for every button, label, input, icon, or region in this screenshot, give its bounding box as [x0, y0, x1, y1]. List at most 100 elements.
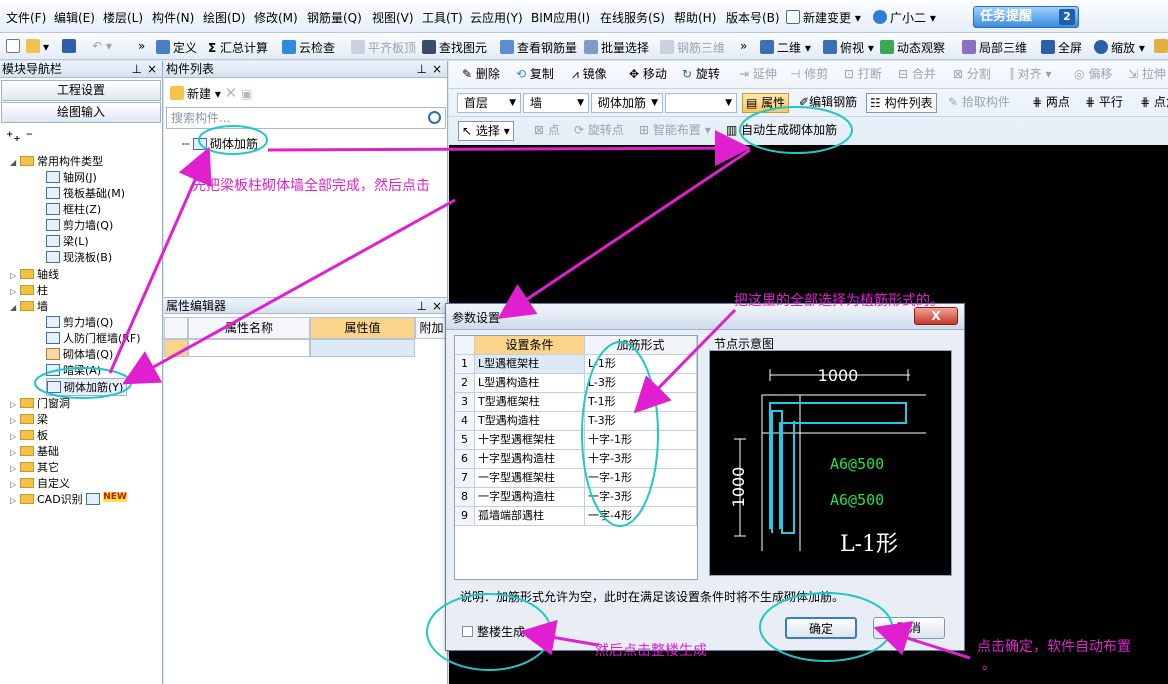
grid-condition-cell[interactable]: L型遇框架柱 — [475, 355, 585, 374]
component-item[interactable]: ┄ 砌体加筋 — [182, 135, 258, 152]
tree-hidden-beam[interactable]: 暗梁(A) — [46, 362, 101, 378]
tree-masonry-wall[interactable]: 砌体墙(Q) — [46, 346, 113, 362]
tree-doors-windows[interactable]: ▷ 门窗洞 — [10, 395, 70, 411]
stretch-button[interactable]: ⇲ 拉伸 — [1125, 65, 1168, 85]
grid-form-cell[interactable]: 十字-1形 — [585, 431, 697, 450]
grid-form-cell[interactable]: L-1形 — [585, 355, 697, 374]
category-select[interactable]: 墙 ▼ — [523, 93, 589, 113]
point-angle-button[interactable]: ⋕ 点角 — [1137, 93, 1168, 113]
batch-select-button[interactable]: 批量选择 — [584, 39, 649, 56]
drawing-input-button[interactable]: 绘图输入 — [1, 102, 161, 123]
menu-online[interactable]: 在线服务(S) — [600, 9, 665, 26]
tree-axis[interactable]: ▷ 轴线 — [10, 266, 59, 282]
floor-select[interactable]: 首层 ▼ — [457, 93, 521, 113]
dynamic-observe-button[interactable]: 动态观察 — [880, 39, 945, 56]
tree-slab-group[interactable]: ▷ 板 — [10, 427, 48, 443]
menu-modify[interactable]: 修改(M) — [254, 9, 298, 26]
grid-form-cell[interactable]: 一字-1形 — [585, 469, 697, 488]
grid-condition-cell[interactable]: 一字型遇框架柱 — [475, 469, 585, 488]
menu-component[interactable]: 构件(N) — [152, 9, 194, 26]
pin-icon[interactable]: ⊥ — [417, 298, 427, 314]
top-view-dropdown[interactable]: 俯视 ▾ — [823, 39, 874, 56]
tree-foundation[interactable]: ▷ 基础 — [10, 443, 59, 459]
break-button[interactable]: ⊡ 打断 — [841, 65, 885, 85]
component-list-button[interactable]: ☷ 构件列表 — [866, 93, 937, 113]
grid-condition-cell[interactable]: 一字型遇构造柱 — [475, 488, 585, 507]
local-3d-button[interactable]: 局部三维 — [962, 39, 1027, 56]
open-folder-icon[interactable]: ▾ — [26, 39, 49, 54]
tree-beam[interactable]: 梁(L) — [46, 233, 89, 249]
project-settings-button[interactable]: 工程设置 — [1, 80, 161, 101]
two-points-button[interactable]: ⋕ 两点 — [1029, 93, 1073, 113]
task-reminder-button[interactable]: 任务提醒 2 — [973, 6, 1079, 28]
new-change-menu[interactable]: 新建变更 ▾ — [786, 9, 861, 26]
edit-rebar-button[interactable]: ✐编辑钢筋 — [796, 93, 860, 113]
split-button[interactable]: ⊠ 分割 — [950, 65, 994, 85]
tree-beam-group[interactable]: ▷ 梁 — [10, 411, 48, 427]
tree-common-types[interactable]: ◢ 常用构件类型 — [10, 153, 103, 169]
find-element-button[interactable]: 查找图元 — [422, 39, 487, 56]
grid-form-cell[interactable]: T-3形 — [585, 412, 697, 431]
close-icon[interactable]: × — [432, 61, 442, 77]
cloud-check-button[interactable]: 云检查 — [282, 39, 335, 56]
toolbar-overflow-icon[interactable]: » — [138, 39, 145, 53]
move-button[interactable]: ✥ 移动 — [626, 65, 670, 85]
flat-board-button[interactable]: 平齐板顶 — [351, 39, 416, 56]
pick-component-button[interactable]: ✎ 拾取构件 — [945, 93, 1013, 113]
tree-cast-slab[interactable]: 现浇板(B) — [46, 249, 112, 265]
menu-rebar-qty[interactable]: 钢筋量(Q) — [307, 9, 362, 26]
cancel-button[interactable]: 取消 — [873, 617, 945, 639]
grid-condition-cell[interactable]: 孤墙端部遇柱 — [475, 507, 585, 526]
expand-all-icon[interactable]: ⁺₊ ⁻ — [6, 129, 33, 145]
property-button[interactable]: ▤ 属性 — [742, 93, 790, 113]
tree-frame-column[interactable]: 框柱(Z) — [46, 201, 101, 217]
rebar-3d-button[interactable]: 钢筋三维 — [660, 39, 725, 56]
menu-help[interactable]: 帮助(H) — [674, 9, 716, 26]
prop-name-cell[interactable] — [188, 339, 310, 357]
sum-calc-button[interactable]: Σ 汇总计算 — [208, 39, 268, 56]
menu-version[interactable]: 版本号(B) — [726, 9, 780, 26]
menu-draw[interactable]: 绘图(D) — [203, 9, 246, 26]
component-select[interactable]: ▼ — [665, 93, 737, 113]
undo-icon[interactable]: ↶ ▾ — [92, 39, 112, 53]
toolbar-overflow-icon-2[interactable]: » — [740, 39, 747, 53]
assistant-menu[interactable]: 广小二 ▾ — [873, 9, 936, 26]
menu-edit[interactable]: 编辑(E) — [54, 9, 95, 26]
align-dropdown[interactable]: ⫿ 对齐 ▾ — [1007, 65, 1055, 85]
zoom-dropdown[interactable]: 缩放 ▾ — [1094, 39, 1145, 56]
tree-wall-shear[interactable]: 剪力墙(Q) — [46, 314, 113, 330]
pin-icon[interactable]: ⊥ — [132, 61, 142, 77]
pan-icon[interactable] — [1154, 39, 1168, 54]
component-search-input[interactable]: 搜索构件... — [166, 107, 446, 129]
checkbox-box[interactable] — [462, 626, 473, 637]
grid-condition-cell[interactable]: T型遇框架柱 — [475, 393, 585, 412]
ok-button[interactable]: 确定 — [785, 617, 857, 639]
tree-wall[interactable]: ◢ 墙 — [10, 298, 48, 314]
rotate-button[interactable]: ↻ 旋转 — [679, 65, 723, 85]
save-icon[interactable] — [62, 39, 79, 54]
smart-layout-dropdown[interactable]: ⊞ 智能布置 ▾ — [636, 121, 714, 141]
grid-form-cell[interactable]: 一字-3形 — [585, 488, 697, 507]
new-file-icon[interactable] — [6, 39, 23, 54]
point-button[interactable]: ⊠ 点 — [531, 121, 563, 141]
grid-form-cell[interactable]: L-3形 — [585, 374, 697, 393]
auto-generate-masonry-rebar-button[interactable]: ▥ 自动生成砌体加筋 — [723, 121, 840, 141]
pin-icon[interactable]: ⊥ — [417, 61, 427, 77]
tree-other[interactable]: ▷ 其它 — [10, 459, 59, 475]
grid-condition-cell[interactable]: L型遇构造柱 — [475, 374, 585, 393]
fullscreen-button[interactable]: 全屏 — [1041, 39, 1082, 56]
menu-file[interactable]: 文件(F) — [6, 9, 46, 26]
tree-masonry-rebar[interactable]: 砌体加筋(Y) — [46, 378, 128, 396]
grid-condition-cell[interactable]: 十字型遇框架柱 — [475, 431, 585, 450]
merge-button[interactable]: ⊟ 合并 — [895, 65, 939, 85]
new-component-button[interactable]: 新建 ▾ ✕ ▣ — [170, 84, 252, 102]
close-icon[interactable]: × — [432, 298, 442, 314]
close-icon[interactable]: × — [147, 61, 157, 77]
menu-view[interactable]: 视图(V) — [372, 9, 414, 26]
menu-tools[interactable]: 工具(T) — [422, 9, 463, 26]
whole-building-checkbox[interactable]: 整楼生成 — [462, 623, 525, 640]
rotate-point-button[interactable]: ⟳ 旋转点 — [571, 121, 627, 141]
search-icon[interactable] — [428, 111, 441, 124]
grid-form-cell[interactable]: T-1形 — [585, 393, 697, 412]
offset-button[interactable]: ◎ 偏移 — [1071, 65, 1115, 85]
